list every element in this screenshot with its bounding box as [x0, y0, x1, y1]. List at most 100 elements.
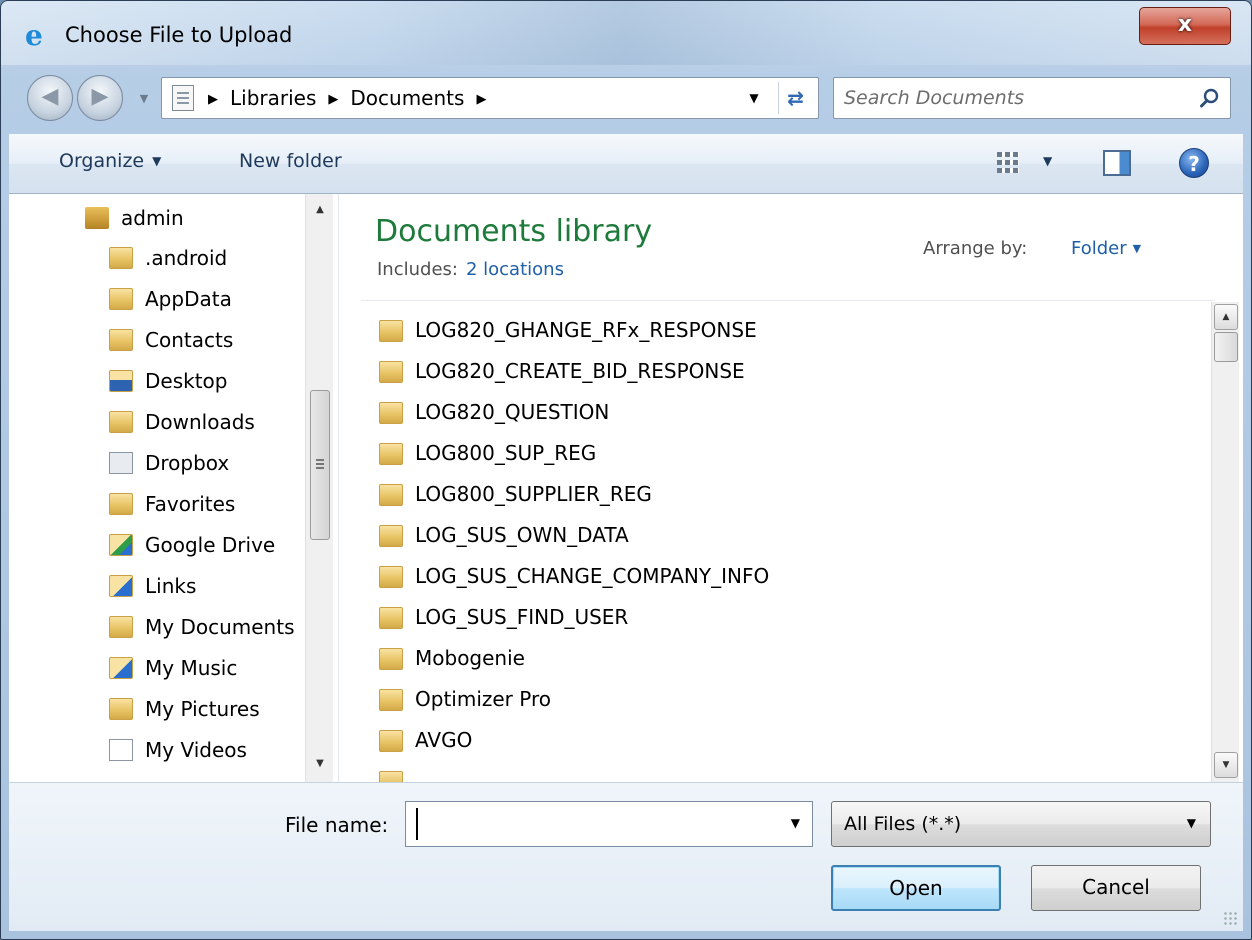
- music-folder-icon: [109, 657, 133, 679]
- includes-label: Includes:: [377, 259, 458, 280]
- file-name: LOG800_SUPPLIER_REG: [415, 482, 652, 506]
- file-name-combobox[interactable]: ▼: [405, 801, 813, 847]
- file-list-scrollbar[interactable]: ▲ ▼: [1211, 302, 1239, 782]
- resize-grip-icon[interactable]: [1223, 911, 1237, 925]
- nav-item-appdata[interactable]: AppData: [9, 279, 305, 319]
- cancel-button[interactable]: Cancel: [1031, 865, 1201, 911]
- file-type-select[interactable]: All Files (*.*) ▼: [831, 801, 1211, 847]
- library-includes: Includes: 2 locations: [377, 259, 564, 280]
- search-icon[interactable]: [1198, 86, 1222, 110]
- organize-menu[interactable]: Organize ▼: [59, 150, 161, 172]
- folder-icon: [379, 443, 403, 465]
- change-view-icon[interactable]: [997, 152, 1019, 174]
- nav-item-label: Dropbox: [145, 451, 230, 475]
- header-divider: [361, 300, 1215, 301]
- links-folder-icon: [109, 575, 133, 597]
- file-name-label: File name:: [285, 813, 389, 837]
- nav-item-links[interactable]: Links: [9, 566, 305, 606]
- search-box[interactable]: [833, 77, 1231, 119]
- scrollbar-thumb[interactable]: [310, 390, 330, 540]
- file-name: LOG820_GHANGE_RFx_RESPONSE: [415, 318, 757, 342]
- folder-icon: [379, 648, 403, 670]
- nav-item-my-music[interactable]: My Music: [9, 648, 305, 688]
- dialog-footer: File name: ▼ All Files (*.*) ▼ Open Canc…: [9, 782, 1243, 931]
- help-icon[interactable]: ?: [1179, 148, 1209, 178]
- nav-item-contacts[interactable]: Contacts: [9, 320, 305, 360]
- nav-item-favorites[interactable]: Favorites: [9, 484, 305, 524]
- window-title: Choose File to Upload: [65, 23, 293, 47]
- nav-item-android[interactable]: .android: [9, 238, 305, 278]
- folder-icon: [379, 566, 403, 588]
- chevron-down-icon: ▼: [1132, 242, 1142, 255]
- view-options-chevron-icon[interactable]: ▼: [1043, 154, 1052, 168]
- content-area: admin .android AppData Contacts Desktop …: [9, 194, 1243, 782]
- nav-item-label: Links: [145, 574, 197, 598]
- nav-item-google-drive[interactable]: Google Drive: [9, 525, 305, 565]
- back-button[interactable]: ◀: [27, 75, 73, 121]
- breadcrumb-separator-icon[interactable]: ▶: [316, 92, 350, 107]
- nav-item-label: My Videos: [145, 738, 247, 762]
- file-name: LOG_SUS_FIND_USER: [415, 605, 629, 629]
- open-button[interactable]: Open: [831, 865, 1001, 911]
- nav-item-label: admin: [121, 206, 184, 230]
- nav-item-desktop[interactable]: Desktop: [9, 361, 305, 401]
- dropbox-folder-icon: [109, 452, 133, 474]
- scroll-up-icon[interactable]: ▲: [1214, 304, 1238, 330]
- nav-item-label: My Documents: [145, 615, 295, 639]
- internet-explorer-icon: e: [25, 19, 43, 52]
- file-name: Mobogenie: [415, 646, 525, 670]
- arrange-by-dropdown[interactable]: Folder ▼: [1071, 238, 1141, 259]
- nav-item-label: My Music: [145, 656, 238, 680]
- folder-icon: [379, 402, 403, 424]
- includes-locations-link[interactable]: 2 locations: [466, 259, 564, 280]
- search-input[interactable]: [844, 80, 1184, 116]
- folder-icon: [379, 607, 403, 629]
- file-name-input[interactable]: [416, 808, 766, 840]
- folder-icon: [379, 320, 403, 342]
- nav-pane-scrollbar[interactable]: ▲ ▼: [305, 194, 333, 782]
- new-folder-button[interactable]: New folder: [239, 150, 342, 172]
- nav-item-label: Google Drive: [145, 533, 276, 557]
- recent-locations-button[interactable]: ▼: [133, 89, 155, 109]
- contacts-folder-icon: [109, 329, 133, 351]
- breadcrumb-separator-icon[interactable]: ▶: [208, 92, 230, 107]
- refresh-icon: ⇄: [787, 86, 804, 110]
- forward-button[interactable]: ▶: [77, 75, 123, 121]
- videos-file-icon: [109, 739, 133, 761]
- breadcrumb-libraries[interactable]: Libraries: [230, 86, 316, 110]
- title-bar: e Choose File to Upload x: [1, 1, 1251, 65]
- file-type-value: All Files (*.*): [844, 813, 962, 835]
- chevron-down-icon: ▼: [1186, 816, 1196, 830]
- preview-pane-icon[interactable]: [1103, 150, 1131, 176]
- chevron-down-icon[interactable]: ▼: [791, 816, 800, 830]
- pictures-folder-icon: [109, 698, 133, 720]
- scroll-down-icon[interactable]: ▼: [1214, 752, 1238, 778]
- chevron-down-icon: ▼: [152, 154, 162, 168]
- arrange-by-label: Arrange by:: [923, 238, 1028, 259]
- nav-item-label: .android: [145, 246, 228, 270]
- nav-item-downloads[interactable]: Downloads: [9, 402, 305, 442]
- chevron-down-icon: ▼: [139, 92, 149, 105]
- folder-icon: [379, 361, 403, 383]
- address-history-dropdown[interactable]: ▼: [742, 78, 766, 118]
- organize-label: Organize: [59, 150, 145, 172]
- nav-item-dropbox[interactable]: Dropbox: [9, 443, 305, 483]
- address-bar[interactable]: ▶ Libraries ▶ Documents ▶ ▼ ⇄: [161, 77, 819, 119]
- refresh-button[interactable]: ⇄: [778, 82, 812, 114]
- nav-item-my-documents[interactable]: My Documents: [9, 607, 305, 647]
- scrollbar-thumb[interactable]: [1214, 332, 1238, 362]
- file-list: LOG820_GHANGE_RFx_RESPONSE LOG820_CREATE…: [349, 310, 1209, 782]
- file-upload-dialog: e Choose File to Upload x ◀ ▶ ▼ ▶ Librari…: [0, 0, 1252, 940]
- scroll-down-icon[interactable]: ▼: [306, 752, 334, 776]
- close-button[interactable]: x: [1139, 7, 1231, 45]
- folder-icon: [379, 689, 403, 711]
- nav-item-my-pictures[interactable]: My Pictures: [9, 689, 305, 729]
- scroll-up-icon[interactable]: ▲: [306, 198, 334, 222]
- nav-item-admin[interactable]: admin: [9, 198, 305, 238]
- nav-item-label: Desktop: [145, 369, 228, 393]
- nav-item-my-videos[interactable]: My Videos: [9, 730, 305, 770]
- desktop-folder-icon: [109, 370, 133, 392]
- breadcrumb-documents[interactable]: Documents: [350, 86, 464, 110]
- nav-item-label: AppData: [145, 287, 232, 311]
- breadcrumb-separator-icon[interactable]: ▶: [464, 92, 498, 107]
